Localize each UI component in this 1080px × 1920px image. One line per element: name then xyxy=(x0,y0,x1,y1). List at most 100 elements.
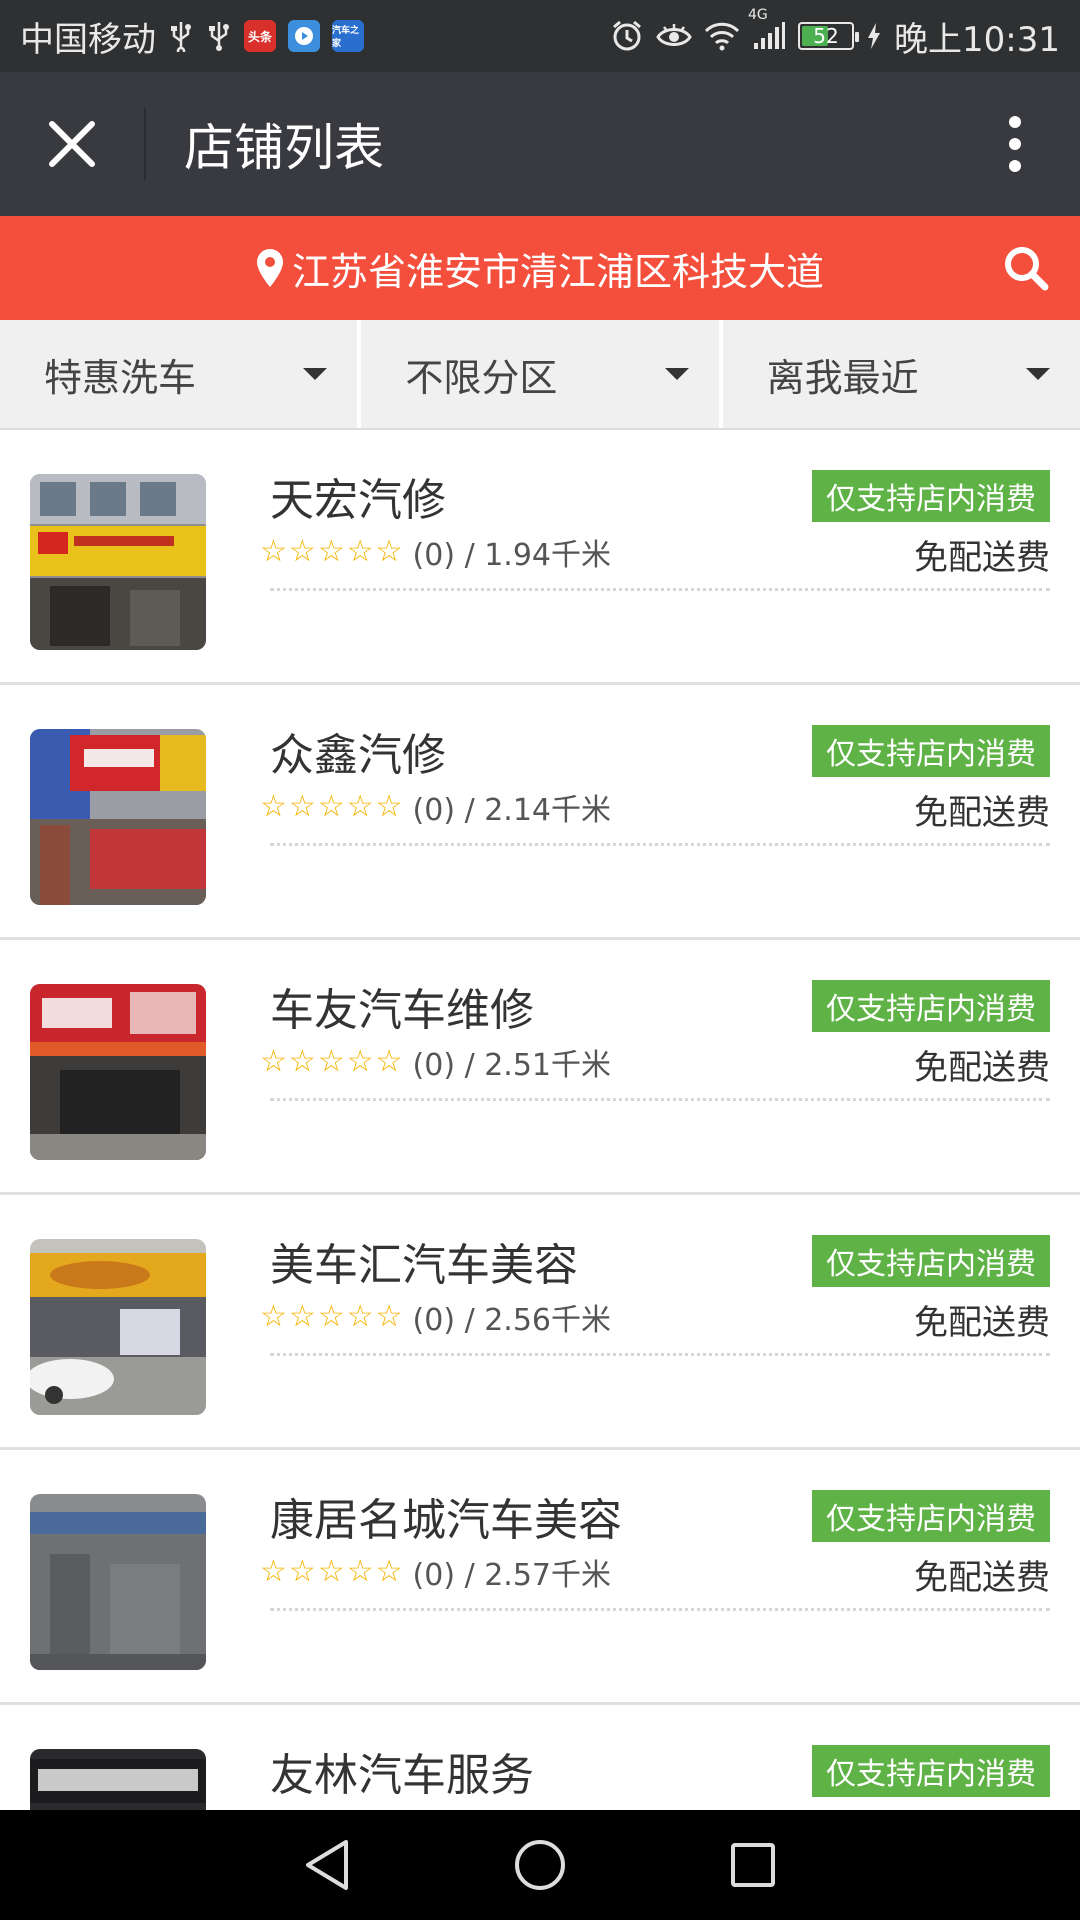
location-bar[interactable]: 江苏省淮安市清江浦区科技大道 xyxy=(0,216,1080,320)
star-outline-icon: ☆ xyxy=(260,789,287,824)
item-divider xyxy=(270,843,1050,846)
filter-category-label: 特惠洗车 xyxy=(44,355,197,400)
shop-rating-distance: (0) / 1.94千米 xyxy=(412,538,612,573)
in-store-only-badge: 仅支持店内消费 xyxy=(812,725,1050,777)
video-app-icon xyxy=(288,20,320,52)
star-outline-icon: ☆ xyxy=(375,1299,403,1334)
battery-level: 52 xyxy=(813,24,839,48)
delivery-fee-label: 免配送费 xyxy=(914,1303,1050,1343)
in-store-only-badge: 仅支持店内消费 xyxy=(812,1490,1050,1542)
star-outline-icon: ☆ xyxy=(317,1044,345,1079)
star-outline-icon: ☆ xyxy=(346,1044,374,1079)
delivery-fee-label: 免配送费 xyxy=(914,1558,1050,1598)
delivery-fee-label: 免配送费 xyxy=(914,538,1050,578)
nav-home-button[interactable] xyxy=(495,1820,585,1910)
location-address: 江苏省淮安市清江浦区科技大道 xyxy=(291,249,824,294)
location-selector[interactable]: 江苏省淮安市清江浦区科技大道 xyxy=(256,241,824,296)
page-title: 店铺列表 xyxy=(184,119,384,177)
caret-down-icon xyxy=(664,368,689,380)
shop-name: 友林汽车服务 xyxy=(270,1750,534,1801)
shop-name: 康居名城汽车美容 xyxy=(270,1495,622,1546)
shop-thumbnail xyxy=(30,474,206,650)
shop-list-item[interactable]: 众鑫汽修 ☆ ☆ ☆ ☆ ☆ (0) / 2.14千米 仅支持店内消费 免配送费 xyxy=(0,685,1080,940)
search-icon xyxy=(1005,247,1049,291)
rating-stars: ☆ ☆ ☆ ☆ ☆ xyxy=(260,1047,403,1077)
more-options-button[interactable] xyxy=(950,72,1080,216)
filter-category[interactable]: 特惠洗车 xyxy=(0,320,357,428)
star-outline-icon: ☆ xyxy=(288,789,316,824)
star-outline-icon: ☆ xyxy=(288,1044,316,1079)
rating-stars: ☆ ☆ ☆ ☆ ☆ xyxy=(260,537,403,567)
usb-icon xyxy=(168,20,194,52)
title-divider xyxy=(144,108,146,180)
shop-name: 众鑫汽修 xyxy=(270,730,446,781)
star-outline-icon: ☆ xyxy=(317,534,345,569)
rating-stars: ☆ ☆ ☆ ☆ ☆ xyxy=(260,1302,403,1332)
shop-thumbnail xyxy=(30,1239,206,1415)
star-outline-icon: ☆ xyxy=(375,789,403,824)
network-type-label: 4G xyxy=(748,7,768,23)
title-bar: 店铺列表 xyxy=(0,72,1080,216)
search-button[interactable] xyxy=(1000,242,1052,294)
more-vertical-icon xyxy=(1009,116,1021,172)
shop-list-item[interactable]: 车友汽车维修 ☆ ☆ ☆ ☆ ☆ (0) / 2.51千米 仅支持店内消费 免配送费 xyxy=(0,940,1080,1195)
delivery-fee-label: 免配送费 xyxy=(914,1048,1050,1088)
filter-sort[interactable]: 离我最近 xyxy=(718,320,1080,428)
rating-stars: ☆ ☆ ☆ ☆ ☆ xyxy=(260,1557,403,1587)
shop-list-item[interactable]: 友林汽车服务 仅支持店内消费 xyxy=(0,1705,1080,1810)
star-outline-icon: ☆ xyxy=(375,1044,403,1079)
battery-icon: 52 xyxy=(798,22,860,50)
item-divider xyxy=(270,1098,1050,1101)
eye-icon xyxy=(656,22,692,50)
star-outline-icon: ☆ xyxy=(260,1299,287,1334)
star-outline-icon: ☆ xyxy=(288,1554,316,1589)
nav-recents-button[interactable] xyxy=(708,1820,798,1910)
in-store-only-badge: 仅支持店内消费 xyxy=(812,980,1050,1032)
home-icon xyxy=(514,1840,565,1890)
item-divider xyxy=(270,588,1050,591)
shop-rating-distance: (0) / 2.51千米 xyxy=(412,1048,612,1083)
star-outline-icon: ☆ xyxy=(260,534,287,569)
shop-name: 车友汽车维修 xyxy=(270,985,534,1036)
star-outline-icon: ☆ xyxy=(346,1554,374,1589)
shop-list-item[interactable]: 美车汇汽车美容 ☆ ☆ ☆ ☆ ☆ (0) / 2.56千米 仅支持店内消费 免配送费 xyxy=(0,1195,1080,1450)
star-outline-icon: ☆ xyxy=(375,1554,403,1589)
star-outline-icon: ☆ xyxy=(346,789,374,824)
shop-thumbnail xyxy=(30,1749,206,1810)
star-outline-icon: ☆ xyxy=(317,1299,345,1334)
filter-district[interactable]: 不限分区 xyxy=(357,320,718,428)
item-divider xyxy=(270,1353,1050,1356)
status-bar: 中国移动 头条 汽车之家 4G 52 晚上10:31 xyxy=(0,0,1080,72)
shop-list: 天宏汽修 ☆ ☆ ☆ ☆ ☆ (0) / 1.94千米 仅支持店内消费 免配送费 众鑫汽… xyxy=(0,430,1080,1810)
shop-thumbnail xyxy=(30,1494,206,1670)
filter-bar: 特惠洗车 不限分区 离我最近 xyxy=(0,320,1080,430)
shop-name: 美车汇汽车美容 xyxy=(270,1240,578,1291)
clock-time: 晚上10:31 xyxy=(894,19,1060,60)
shop-rating-distance: (0) / 2.14千米 xyxy=(412,793,612,828)
nav-back-button[interactable] xyxy=(282,1820,372,1910)
filter-sort-label: 离我最近 xyxy=(766,355,919,400)
shop-rating-distance: (0) / 2.56千米 xyxy=(412,1303,612,1338)
alarm-icon xyxy=(610,19,644,53)
status-right: 4G 52 晚上10:31 xyxy=(610,7,1060,61)
wifi-icon xyxy=(704,21,740,51)
shop-thumbnail xyxy=(30,729,206,905)
shop-list-item[interactable]: 天宏汽修 ☆ ☆ ☆ ☆ ☆ (0) / 1.94千米 仅支持店内消费 免配送费 xyxy=(0,430,1080,685)
star-outline-icon: ☆ xyxy=(317,789,345,824)
close-button[interactable] xyxy=(0,72,144,216)
autohome-app-icon: 汽车之家 xyxy=(332,20,364,52)
star-outline-icon: ☆ xyxy=(260,1554,287,1589)
star-outline-icon: ☆ xyxy=(346,1299,374,1334)
in-store-only-badge: 仅支持店内消费 xyxy=(812,1235,1050,1287)
shop-list-item[interactable]: 康居名城汽车美容 ☆ ☆ ☆ ☆ ☆ (0) / 2.57千米 仅支持店内消费 免配送费 xyxy=(0,1450,1080,1705)
star-outline-icon: ☆ xyxy=(288,1299,316,1334)
caret-down-icon xyxy=(1025,368,1050,380)
status-left: 中国移动 头条 汽车之家 xyxy=(20,12,364,61)
shop-meta: ☆ ☆ ☆ ☆ ☆ (0) / 2.56千米 xyxy=(260,1295,611,1339)
shop-meta: ☆ ☆ ☆ ☆ ☆ (0) / 2.51千米 xyxy=(260,1040,611,1084)
star-outline-icon: ☆ xyxy=(317,1554,345,1589)
shop-meta: ☆ ☆ ☆ ☆ ☆ (0) / 2.14千米 xyxy=(260,785,611,829)
star-outline-icon: ☆ xyxy=(375,534,403,569)
filter-district-label: 不限分区 xyxy=(405,355,558,400)
signal-icon: 4G xyxy=(748,7,786,51)
